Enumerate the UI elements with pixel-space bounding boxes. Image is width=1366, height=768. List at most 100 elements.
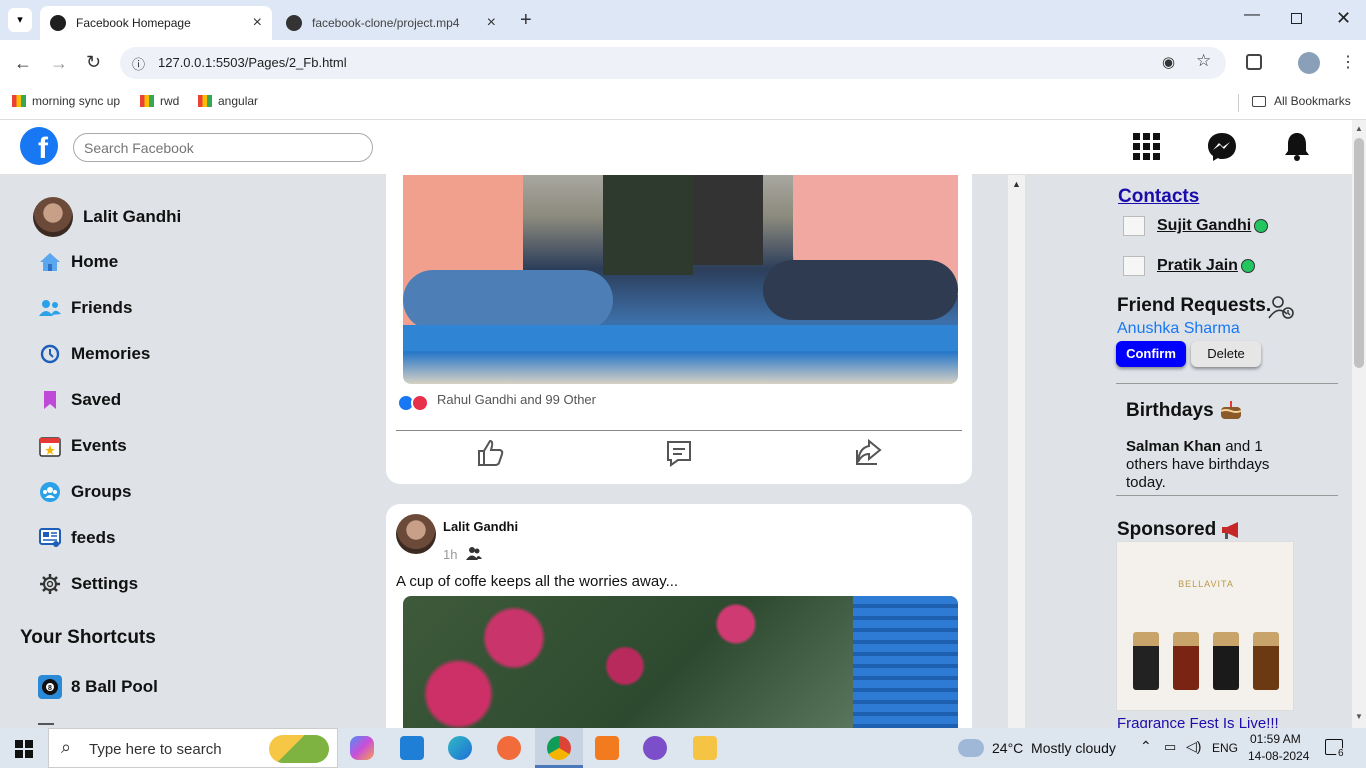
perfume-bottle [1213,632,1239,690]
person-figure [403,270,613,330]
scroll-down-arrow-icon[interactable]: ▼ [1355,712,1363,721]
shortcut-8-ball-pool[interactable]: 8 8 Ball Pool [38,675,158,699]
tab-search-button[interactable]: ▾ [8,8,32,32]
friends-privacy-icon [466,547,482,560]
sidebar-item-home[interactable]: Home [38,250,118,274]
windows-start-icon[interactable] [15,740,33,758]
weather-text[interactable]: 24°C Mostly cloudy [992,740,1116,756]
shortcuts-heading: Your Shortcuts [20,627,156,648]
address-bar[interactable]: ⓘ 127.0.0.1:5503/Pages/2_Fb.html ◉ ☆ [120,47,1226,79]
logo-letter: f [38,132,48,165]
birthday-person-name[interactable]: Salman Khan [1126,438,1221,455]
sidebar-item-label: Home [71,252,119,271]
menu-grid-icon[interactable] [1130,130,1164,164]
like-button-icon[interactable] [475,438,505,468]
vscode-icon[interactable] [400,736,424,760]
profile-name: Lalit Gandhi [83,207,182,226]
request-name[interactable]: Anushka Sharma [1117,320,1240,338]
sidebar-item-saved[interactable]: Saved [38,388,121,412]
tray-chevron-icon[interactable]: ⌃ [1140,738,1152,755]
new-tab-button[interactable]: + [520,9,532,32]
scroll-up-arrow-icon[interactable]: ▲ [1355,124,1363,133]
section-divider [1116,495,1338,496]
bookmark-morning-sync[interactable]: morning sync up [12,94,120,108]
bookmark-rwd[interactable]: rwd [140,94,179,108]
close-tab-icon[interactable]: × [487,14,496,32]
contact-item[interactable]: Pratik Jain [1123,256,1255,276]
bookmark-star-icon[interactable]: ☆ [1196,51,1211,71]
edge-icon[interactable] [448,736,472,760]
extensions-icon[interactable] [1246,54,1262,70]
scroll-thumb[interactable] [1354,138,1364,368]
restore-button[interactable] [1291,13,1302,24]
forward-icon[interactable]: → [50,53,68,74]
comment-button-icon[interactable] [664,438,694,468]
sidebar-item-groups[interactable]: Groups [38,480,131,504]
sidebar-item-settings[interactable]: Settings [38,572,138,596]
ad-caption-link[interactable]: Fragrance Fest Is Live!!! [1117,715,1279,728]
back-icon[interactable]: ← [14,53,32,74]
sidebar-item-memories[interactable]: Memories [38,342,150,366]
page-scrollbar[interactable]: ▲ ▼ [1352,120,1366,728]
love-reaction-icon [411,394,429,412]
sidebar-item-feeds[interactable]: feeds [38,526,115,550]
post-author-name[interactable]: Lalit Gandhi [443,519,518,534]
tab-facebook-homepage[interactable]: Facebook Homepage × [40,6,272,40]
sidebar-item-label: feeds [71,528,116,547]
contact-item[interactable]: Sujit Gandhi [1123,216,1269,236]
language-indicator[interactable]: ENG [1212,741,1238,755]
online-status-icon [1240,259,1255,273]
close-tab-icon[interactable]: × [253,14,262,32]
reload-icon[interactable]: ↻ [86,52,101,73]
sidebar-item-events[interactable]: Events [38,434,127,458]
facebook-logo[interactable]: f [20,127,58,165]
meet-icon [140,95,154,107]
profile-avatar[interactable] [1298,52,1320,74]
postman-icon[interactable] [497,736,521,760]
copilot-icon[interactable] [350,736,374,760]
perfume-bottle [1173,632,1199,690]
file-explorer-icon[interactable] [693,736,717,760]
friends-icon [38,296,62,320]
search-input[interactable] [73,133,373,162]
groups-icon [38,480,62,504]
corn-illustration-icon [269,735,329,763]
sidebar-item-friends[interactable]: Friends [38,296,132,320]
feed-scrollbar[interactable]: ▲ [1008,175,1025,728]
site-info-icon[interactable]: ⓘ [132,54,145,73]
contact-avatar-broken-image [1123,256,1145,276]
xampp-icon[interactable] [595,736,619,760]
bell-icon[interactable] [1280,130,1314,164]
tracking-eye-icon[interactable]: ◉ [1162,53,1175,71]
clock-date[interactable]: 14-08-2024 [1248,749,1309,763]
person-figure [763,260,958,320]
taskbar-search-box[interactable]: ⌕ Type here to search [48,728,338,768]
contact-name: Sujit Gandhi [1157,217,1252,234]
close-window-button[interactable]: ✕ [1336,8,1351,29]
network-icon[interactable]: ▭ [1164,739,1176,755]
minimize-button[interactable]: — [1244,6,1260,24]
share-button-icon[interactable] [853,438,883,468]
menu-dots-icon[interactable]: ⋮ [1340,52,1356,72]
scroll-up-arrow-icon[interactable]: ▲ [1012,179,1021,189]
volume-icon[interactable]: ◁) [1186,738,1201,755]
tab-github-project[interactable]: facebook-clone/project.mp4 at × [280,6,506,40]
browser-tab-bar: ▾ Facebook Homepage × facebook-clone/pro… [0,0,1366,40]
delete-button[interactable]: Delete [1191,341,1261,367]
profile-link[interactable]: Lalit Gandhi [33,197,181,237]
post-author-avatar[interactable] [396,514,436,554]
github-desktop-icon[interactable] [643,736,667,760]
sidebar-item-label: Settings [71,574,139,593]
url-text[interactable]: 127.0.0.1:5503/Pages/2_Fb.html [158,55,347,70]
sponsored-ad-image[interactable]: BELLAVITA [1116,541,1294,711]
confirm-button[interactable]: Confirm [1116,341,1186,367]
sidebar-item-label: Saved [71,390,122,409]
chrome-active-tab[interactable] [535,728,583,768]
home-icon [38,250,62,274]
contacts-heading[interactable]: Contacts [1118,186,1199,208]
all-bookmarks-button[interactable]: All Bookmarks [1252,94,1351,108]
clock-time[interactable]: 01:59 AM [1250,732,1301,746]
post-card: Lalit Gandhi 1h A cup of coffe keeps all… [386,504,972,728]
bookmark-angular[interactable]: angular [198,94,258,108]
messenger-icon[interactable] [1205,130,1239,164]
